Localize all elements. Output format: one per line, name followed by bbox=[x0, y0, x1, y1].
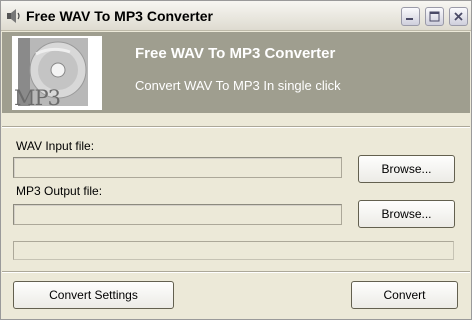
app-logo: MP3 bbox=[12, 36, 102, 110]
convert-button[interactable]: Convert bbox=[351, 281, 458, 309]
title-bar[interactable]: Free WAV To MP3 Converter bbox=[1, 1, 471, 31]
speaker-icon bbox=[6, 8, 22, 24]
header-banner: MP3 Free WAV To MP3 Converter Convert WA… bbox=[2, 32, 470, 113]
divider bbox=[2, 126, 470, 128]
app-window: Free WAV To MP3 Converter MP3 Free WAV T… bbox=[0, 0, 472, 320]
banner-subtitle: Convert WAV To MP3 In single click bbox=[135, 78, 341, 93]
divider bbox=[2, 271, 470, 273]
maximize-icon bbox=[429, 11, 440, 22]
banner-title: Free WAV To MP3 Converter bbox=[135, 45, 336, 62]
wav-input-field[interactable] bbox=[13, 157, 342, 178]
browse-input-button[interactable]: Browse... bbox=[358, 155, 455, 183]
convert-settings-button[interactable]: Convert Settings bbox=[13, 281, 174, 309]
minimize-icon bbox=[406, 18, 413, 20]
close-icon bbox=[454, 12, 463, 21]
close-button[interactable] bbox=[449, 7, 468, 26]
wav-input-label: WAV Input file: bbox=[16, 139, 95, 153]
conversion-progress-bar bbox=[13, 241, 454, 260]
window-title: Free WAV To MP3 Converter bbox=[26, 8, 213, 24]
minimize-button[interactable] bbox=[401, 7, 420, 26]
logo-text: MP3 bbox=[14, 86, 61, 110]
mp3-output-field[interactable] bbox=[13, 204, 342, 225]
maximize-button[interactable] bbox=[425, 7, 444, 26]
browse-output-button[interactable]: Browse... bbox=[358, 200, 455, 228]
mp3-output-label: MP3 Output file: bbox=[16, 184, 103, 198]
